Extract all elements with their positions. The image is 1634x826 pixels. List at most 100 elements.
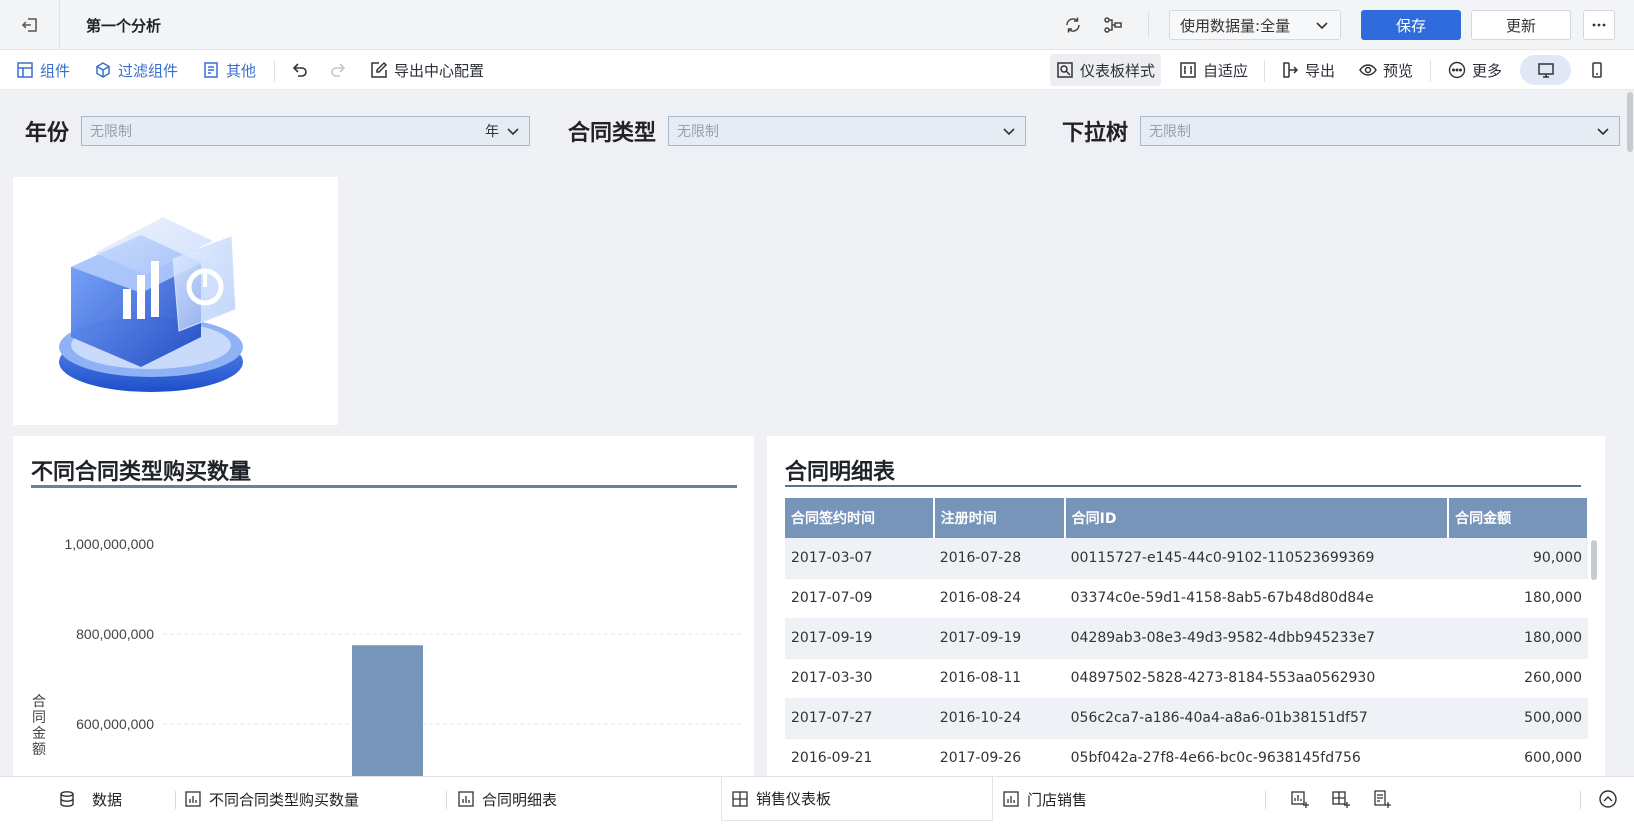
desktop-view-button[interactable] bbox=[1520, 55, 1571, 85]
redo-icon bbox=[328, 60, 348, 80]
export-center-config-label: 导出中心配置 bbox=[394, 61, 485, 80]
image-widget[interactable] bbox=[13, 177, 338, 425]
add-dashboard-button[interactable] bbox=[1327, 785, 1355, 813]
table-scrollbar[interactable] bbox=[1591, 540, 1597, 580]
year-filter-select[interactable]: 无限制 年 bbox=[81, 116, 530, 146]
y-axis-label: 额 bbox=[32, 741, 46, 757]
table-row[interactable]: 2017-03-30 2016-08-11 04897502-5828-4273-8… bbox=[785, 658, 1588, 699]
export-center-config-button[interactable]: 导出中心配置 bbox=[370, 50, 484, 90]
table-cell: 03374c0e-59d1-4158-8ab5-67b48d80d84e bbox=[1064, 578, 1449, 619]
scrollbar-thumb[interactable] bbox=[1627, 92, 1633, 152]
refresh-icon bbox=[1063, 15, 1083, 35]
tab-chart-purchase-count[interactable]: 不同合同类型购买数量 bbox=[185, 777, 359, 821]
more-options-button[interactable] bbox=[1583, 10, 1615, 40]
divider bbox=[1265, 791, 1266, 809]
preview-label: 预览 bbox=[1383, 61, 1414, 80]
table-row[interactable]: 2017-07-27 2016-10-24 056c2ca7-a186-40a4-a… bbox=[785, 698, 1588, 739]
table-cell: 05bf042a-27f8-4e66-bc0c-9638145fd756 bbox=[1064, 738, 1449, 776]
table-row[interactable]: 2017-09-19 2017-09-19 04289ab3-08e3-49d3-9… bbox=[785, 618, 1588, 659]
y-axis-label: 金 bbox=[32, 725, 46, 741]
table-cell: 00115727-e145-44c0-9102-110523699369 bbox=[1064, 538, 1449, 579]
component-button[interactable]: 组件 bbox=[16, 50, 70, 90]
contract-type-filter-placeholder: 无限制 bbox=[677, 124, 720, 140]
contract-type-filter-label: 合同类型 bbox=[568, 121, 657, 146]
table-cell: 260,000 bbox=[1448, 658, 1588, 699]
table-cell: 2017-07-27 bbox=[785, 698, 934, 739]
tab-contract-detail[interactable]: 合同明细表 bbox=[458, 777, 557, 821]
table-row[interactable]: 2017-07-09 2016-08-24 03374c0e-59d1-4158-8… bbox=[785, 578, 1588, 619]
table-cell: 2017-09-26 bbox=[933, 738, 1065, 776]
table-cell: 2017-03-30 bbox=[785, 658, 934, 699]
filter-component-button[interactable]: 过滤组件 bbox=[94, 50, 178, 90]
collapse-tabs-button[interactable] bbox=[1594, 785, 1622, 813]
exit-button[interactable] bbox=[0, 0, 60, 50]
undo-button[interactable] bbox=[290, 50, 310, 90]
tab-label: 门店销售 bbox=[1027, 790, 1088, 809]
component-label: 组件 bbox=[40, 61, 71, 80]
dropdown-tree-filter: 下拉树 无限制 bbox=[1050, 106, 1620, 156]
save-button[interactable]: 保存 bbox=[1361, 10, 1461, 40]
table-header-row: 合同签约时间 注册时间 合同ID 合同金额 bbox=[785, 498, 1589, 538]
table-row[interactable]: 2017-03-07 2016-07-28 00115727-e145-44c0-9… bbox=[785, 538, 1588, 579]
other-label: 其他 bbox=[226, 61, 257, 80]
bar-chart: 1,000,000,000 800,000,000 600,000,000 合同金额 bbox=[32, 536, 743, 776]
tab-data[interactable]: 数据 bbox=[58, 777, 122, 821]
data-quota-value: 全量 bbox=[1260, 16, 1291, 35]
bar bbox=[352, 645, 423, 776]
cube-icon bbox=[94, 61, 112, 79]
table-cell: 2016-08-24 bbox=[933, 578, 1065, 619]
more-button[interactable]: 更多 bbox=[1448, 50, 1502, 90]
add-dashboard-icon bbox=[1331, 789, 1351, 809]
update-button[interactable]: 更新 bbox=[1471, 10, 1571, 40]
dropdown-tree-filter-select[interactable]: 无限制 bbox=[1140, 116, 1620, 146]
table-panel[interactable]: 合同明细表 合同签约时间 注册时间 合同ID 合同金额 2017-03-07 20… bbox=[767, 436, 1605, 776]
column-header[interactable]: 合同签约时间 bbox=[785, 498, 935, 538]
year-unit: 年 bbox=[485, 124, 499, 140]
table-cell: 04897502-5828-4273-8184-553aa0562930 bbox=[1064, 658, 1449, 699]
adaptive-button[interactable]: 自适应 bbox=[1179, 50, 1248, 90]
tab-sales-dashboard[interactable]: 销售仪表板 bbox=[721, 777, 993, 821]
more-label: 更多 bbox=[1472, 61, 1503, 80]
chevron-down-icon bbox=[1314, 17, 1330, 33]
component-icon bbox=[16, 61, 34, 79]
dropdown-tree-filter-placeholder: 无限制 bbox=[1149, 124, 1192, 140]
refresh-button[interactable] bbox=[1059, 11, 1087, 39]
dashboard-style-button[interactable]: 仪表板样式 bbox=[1050, 54, 1162, 86]
redo-button[interactable] bbox=[328, 50, 348, 90]
y-axis-label: 合 bbox=[32, 693, 46, 709]
add-component-button[interactable] bbox=[1286, 785, 1314, 813]
more-circle-icon bbox=[1448, 61, 1466, 79]
tab-store-sales[interactable]: 门店销售 bbox=[1003, 777, 1087, 821]
mobile-view-button[interactable] bbox=[1582, 55, 1612, 85]
table-cell: 2017-07-09 bbox=[785, 578, 934, 619]
data-quota-select[interactable]: 使用数据量: 全量 bbox=[1169, 10, 1341, 40]
dashboard-style-icon bbox=[1056, 61, 1074, 79]
divider bbox=[175, 791, 176, 809]
ellipsis-icon bbox=[1591, 17, 1607, 33]
add-report-button[interactable] bbox=[1368, 785, 1396, 813]
form-icon bbox=[202, 61, 220, 79]
editor-toolbar: 组件 过滤组件 其他 导出中心配置 仪表板样式 自适应 导出 预览 更多 bbox=[0, 50, 1634, 90]
contract-type-filter-select[interactable]: 无限制 bbox=[668, 116, 1026, 146]
relation-button[interactable] bbox=[1099, 11, 1127, 39]
column-header[interactable]: 合同金额 bbox=[1448, 498, 1589, 538]
table-row[interactable]: 2016-09-21 2017-09-26 05bf042a-27f8-4e66-b… bbox=[785, 738, 1588, 776]
divider bbox=[446, 791, 447, 809]
preview-button[interactable]: 预览 bbox=[1359, 50, 1413, 90]
tab-label: 合同明细表 bbox=[482, 790, 558, 809]
chart-panel[interactable]: 不同合同类型购买数量 1,000,000,000 800,000,000 600,0… bbox=[13, 436, 754, 776]
year-filter: 年份 无限制 年 bbox=[13, 106, 530, 156]
table-title: 合同明细表 bbox=[785, 460, 896, 485]
divider bbox=[1430, 60, 1431, 82]
divider bbox=[1148, 12, 1149, 38]
column-header[interactable]: 注册时间 bbox=[933, 498, 1066, 538]
page-scrollbar[interactable] bbox=[1626, 90, 1634, 776]
other-button[interactable]: 其他 bbox=[202, 50, 256, 90]
y-axis-label: 同 bbox=[32, 709, 46, 725]
dashboard-style-label: 仪表板样式 bbox=[1080, 61, 1156, 80]
relation-icon bbox=[1103, 15, 1123, 35]
export-button[interactable]: 导出 bbox=[1281, 50, 1335, 90]
column-header[interactable]: 合同ID bbox=[1064, 498, 1450, 538]
table-cell: 600,000 bbox=[1448, 738, 1588, 776]
year-filter-label: 年份 bbox=[25, 121, 70, 146]
